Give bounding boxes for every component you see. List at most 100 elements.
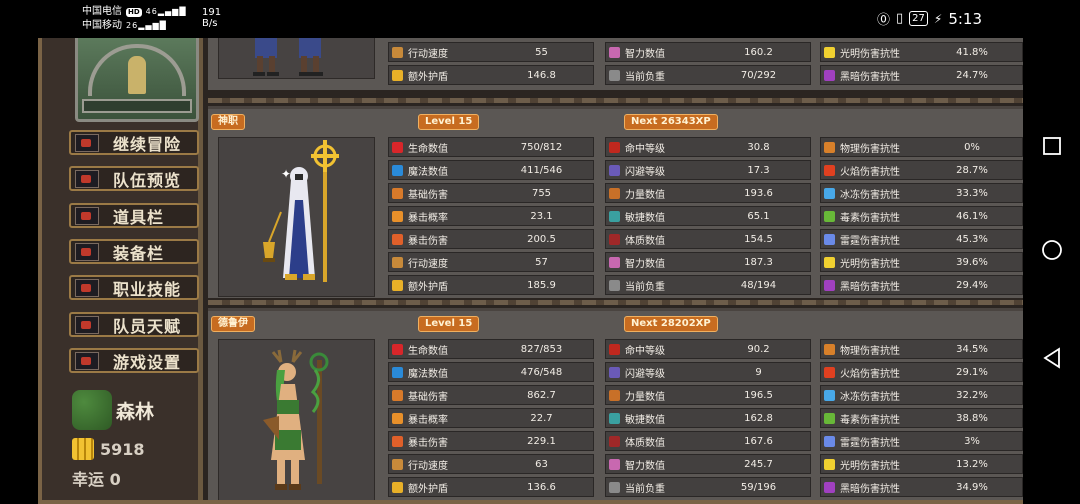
- stat-row: 体质数值 167.6: [605, 431, 811, 451]
- stat-name: 黑暗伤害抗性: [840, 71, 900, 83]
- member-class-tag[interactable]: 神职: [211, 114, 245, 130]
- stat-name: 火焰伤害抗性: [840, 368, 900, 380]
- stat-name: 物理伤害抗性: [840, 143, 900, 155]
- status-bar: 中国电信 HD 46▂▄▆█ 中国移动 26▂▄▆█ 191 B/s ⓪ ▯ 2…: [0, 0, 1080, 38]
- stat-name: 基础伤害: [408, 189, 448, 201]
- stat-row: 智力数值 187.3: [605, 252, 811, 272]
- menu-team-preview[interactable]: 队伍预览: [69, 166, 199, 191]
- stat-value: 200.5: [527, 233, 556, 245]
- menu-label: 游戏设置: [113, 352, 182, 372]
- stat-row: 雷霆伤害抗性 45.3%: [820, 229, 1023, 249]
- stat-icon: [824, 141, 835, 153]
- stat-icon: [824, 435, 835, 447]
- stat-row: 黑暗伤害抗性 29.4%: [820, 275, 1023, 295]
- signal-1-label: 46: [145, 7, 158, 16]
- stat-value: 41.8%: [956, 46, 988, 58]
- gold-value: 5918: [100, 439, 145, 459]
- stat-value: 827/853: [520, 343, 563, 355]
- member-class-tag[interactable]: 德鲁伊: [211, 316, 255, 332]
- stat-name: 黑暗伤害抗性: [840, 483, 900, 495]
- back-button[interactable]: [1040, 346, 1064, 370]
- stat-row: 物理伤害抗性 34.5%: [820, 339, 1023, 359]
- menu-member-talents[interactable]: 队员天赋: [69, 312, 199, 337]
- stat-name: 行动速度: [408, 460, 448, 472]
- stat-name: 当前负重: [625, 483, 665, 495]
- stat-row: 当前负重 59/196: [605, 477, 811, 497]
- stat-name: 冰冻伤害抗性: [840, 391, 900, 403]
- stat-row: 毒素伤害抗性 46.1%: [820, 206, 1023, 226]
- druid-sprite-icon: [263, 349, 329, 490]
- stat-icon: [392, 210, 403, 222]
- stat-icon: [392, 435, 403, 447]
- stat-name: 雷霆伤害抗性: [840, 235, 900, 247]
- menu-inventory[interactable]: 道具栏: [69, 203, 199, 228]
- stat-name: 生命数值: [408, 345, 448, 357]
- stat-row: 冰冻伤害抗性 32.2%: [820, 385, 1023, 405]
- stat-value: 22.7: [530, 412, 553, 424]
- menu-continue-adventure[interactable]: 继续冒险: [69, 130, 199, 155]
- stat-value: 29.1%: [956, 366, 988, 378]
- stat-row: 额外护盾 146.8: [388, 65, 594, 85]
- menu-class-skills[interactable]: 职业技能: [69, 275, 199, 300]
- home-button[interactable]: [1040, 238, 1064, 262]
- forest-icon: [72, 390, 112, 430]
- stat-value: 862.7: [527, 389, 556, 401]
- member-level-tag: Level 15: [418, 114, 480, 130]
- stat-name: 光明伤害抗性: [840, 460, 900, 472]
- stat-row: 基础伤害 755: [388, 183, 594, 203]
- stat-icon: [392, 389, 403, 401]
- stat-value: 38.8%: [956, 412, 988, 424]
- net-speed-value: 191: [202, 7, 222, 18]
- stat-row: 智力数值 160.2: [605, 42, 811, 62]
- menu-equipment[interactable]: 装备栏: [69, 239, 199, 264]
- stat-row: 体质数值 154.5: [605, 229, 811, 249]
- stat-icon: [824, 46, 835, 58]
- stat-name: 当前负重: [625, 71, 665, 83]
- stat-name: 行动速度: [408, 258, 448, 270]
- forest-banner: [75, 38, 199, 122]
- stat-value: 65.1: [747, 210, 770, 222]
- stat-name: 额外护盾: [408, 483, 448, 495]
- stat-row: 闪避等级 17.3: [605, 160, 811, 180]
- battery-icon: 27: [909, 11, 928, 26]
- stat-row: 光明伤害抗性 39.6%: [820, 252, 1023, 272]
- stat-name: 当前负重: [625, 281, 665, 293]
- map-icon: [75, 351, 99, 370]
- map-icon: [75, 242, 99, 261]
- map-icon: [75, 278, 99, 297]
- stat-name: 黑暗伤害抗性: [840, 281, 900, 293]
- menu-game-settings[interactable]: 游戏设置: [69, 348, 199, 373]
- stat-value: 57: [535, 256, 548, 268]
- status-icons: ⓪ ▯ 27 ⚡ 5:13: [877, 9, 982, 29]
- signal-1-icon: 46▂▄▆█: [145, 7, 187, 16]
- stat-value: 196.5: [744, 389, 773, 401]
- member-panel-2: 德鲁伊 Level 15 Next 28202XP 生命数值 827/853 魔…: [208, 308, 1023, 504]
- gold-coins-icon: [72, 438, 94, 460]
- stat-name: 体质数值: [625, 235, 665, 247]
- stat-row: 生命数值 827/853: [388, 339, 594, 359]
- stat-row: 力量数值 193.6: [605, 183, 811, 203]
- stat-value: 185.9: [527, 279, 556, 291]
- stat-name: 暴击概率: [408, 414, 448, 426]
- stat-name: 额外护盾: [408, 281, 448, 293]
- stat-row: 光明伤害抗性 13.2%: [820, 454, 1023, 474]
- hero-figure-icon: [128, 56, 146, 94]
- stat-name: 魔法数值: [408, 166, 448, 178]
- stat-icon: [824, 233, 835, 245]
- member-next-xp-tag: Next 26343XP: [624, 114, 718, 130]
- stat-name: 智力数值: [625, 258, 665, 270]
- stat-icon: [609, 69, 620, 81]
- stat-name: 闪避等级: [625, 166, 665, 178]
- stat-icon: [392, 343, 403, 355]
- stat-icon: [392, 233, 403, 245]
- stat-row: 智力数值 245.7: [605, 454, 811, 474]
- stat-value: 90.2: [747, 343, 770, 355]
- stat-icon: [392, 412, 403, 424]
- stat-icon: [824, 366, 835, 378]
- stat-value: 23.1: [530, 210, 553, 222]
- stat-value: 63: [535, 458, 548, 470]
- stat-value: 33.3%: [956, 187, 988, 199]
- stat-icon: [392, 256, 403, 268]
- stat-value: 162.8: [744, 412, 773, 424]
- recent-apps-button[interactable]: [1040, 134, 1064, 158]
